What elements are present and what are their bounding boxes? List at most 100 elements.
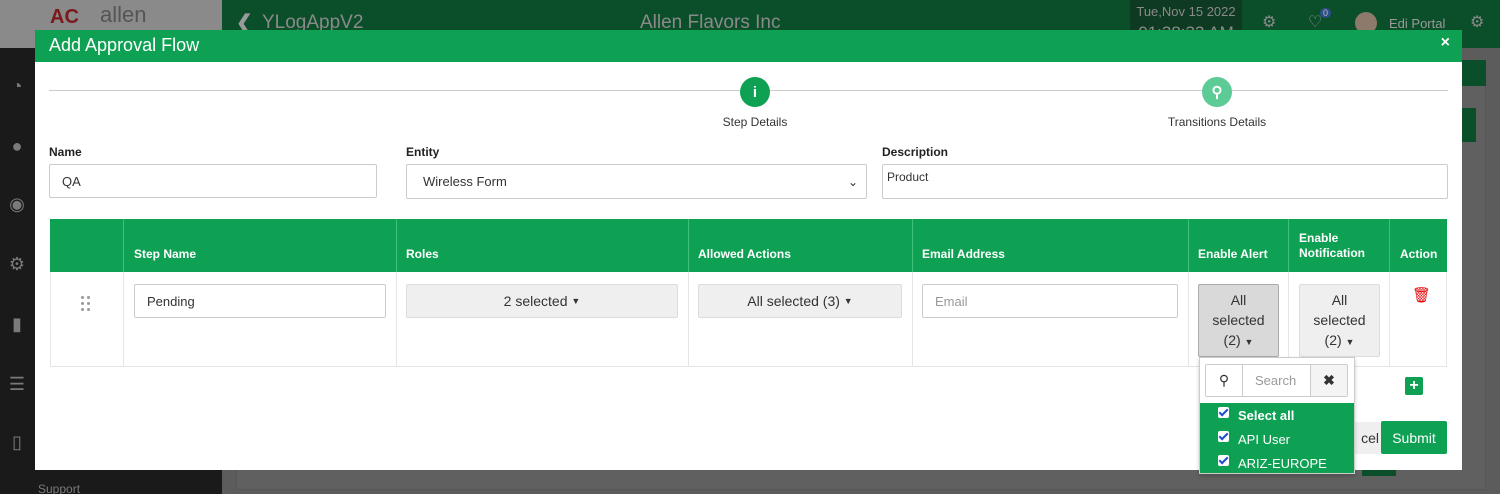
- row-divider: [912, 272, 913, 367]
- dashboard-icon[interactable]: ◔: [6, 76, 28, 98]
- option-select-all[interactable]: Select all: [1200, 403, 1354, 427]
- col-header-enable-alert: Enable Alert: [1198, 247, 1268, 261]
- dropdown-search: ⚲ Search ✖: [1205, 364, 1348, 397]
- steps-table-header: [50, 219, 1447, 272]
- step-name-value: Pending: [147, 293, 195, 309]
- caret-down-icon: ▼: [1345, 336, 1355, 347]
- description-value: Product: [887, 170, 929, 184]
- col-header-roles: Roles: [406, 247, 439, 261]
- notification-badge: 0: [1320, 8, 1332, 18]
- col-header-email: Email Address: [922, 247, 1005, 261]
- row-divider: [688, 272, 689, 367]
- col-header-action: Action: [1400, 247, 1438, 261]
- caret-down-icon: ▼: [1244, 336, 1254, 347]
- enable-alert-line2: selected: [1212, 311, 1265, 328]
- enable-notification-multiselect[interactable]: All selected (2) ▼: [1299, 284, 1380, 357]
- description-label: Description: [882, 145, 949, 159]
- drag-handle-icon[interactable]: [81, 296, 93, 312]
- entity-value: Wireless Form: [423, 174, 507, 189]
- header-divider: [1288, 219, 1289, 272]
- enable-alert-dropdown: ⚲ Search ✖ Select all API User ARIZ-EURO…: [1199, 357, 1355, 474]
- row-divider: [50, 272, 51, 367]
- name-label: Name: [49, 145, 82, 159]
- row-divider: [1288, 272, 1289, 367]
- checkbox-checked[interactable]: [1218, 454, 1229, 466]
- roles-value: 2 selected: [503, 293, 568, 309]
- email-field[interactable]: Email: [922, 284, 1178, 318]
- enable-notification-line1: All: [1331, 291, 1348, 308]
- allowed-actions-multiselect[interactable]: All selected (3) ▼: [698, 284, 902, 318]
- chevron-down-icon: ⌄: [847, 175, 858, 189]
- gear-icon[interactable]: ⚙: [1470, 12, 1484, 32]
- trash-icon[interactable]: 🗑: [1412, 286, 1431, 304]
- dropdown-options: Select all API User ARIZ-EUROPE: [1200, 403, 1354, 473]
- row-divider: [396, 272, 397, 367]
- enable-alert-line1: All: [1230, 291, 1247, 308]
- email-placeholder: Email: [935, 293, 968, 309]
- enable-alert-multiselect[interactable]: All selected (2) ▼: [1198, 284, 1279, 357]
- location-icon[interactable]: ◉: [6, 194, 28, 216]
- mobile-icon[interactable]: ▯: [6, 432, 28, 454]
- key-icon: ⚲: [1202, 77, 1232, 107]
- add-approval-flow-modal: Add Approval Flow × i Step Details ⚲ Tra…: [35, 30, 1462, 474]
- col-header-enable-notification: Enable Notification: [1299, 231, 1365, 260]
- checkbox-checked[interactable]: [1218, 406, 1229, 418]
- group-icon[interactable]: ●: [6, 136, 28, 158]
- header-divider: [688, 219, 689, 272]
- entity-label: Entity: [406, 145, 440, 159]
- list-icon[interactable]: ☰: [6, 374, 28, 396]
- date-text: Tue,Nov 15 2022: [1136, 4, 1236, 19]
- header-divider: [1188, 219, 1189, 272]
- search-icon: ⚲: [1206, 365, 1243, 396]
- step-details[interactable]: i Step Details: [675, 77, 835, 129]
- caret-down-icon: ▼: [571, 296, 581, 306]
- logo-mark: AC: [50, 6, 79, 28]
- checkbox-checked[interactable]: [1218, 430, 1229, 442]
- logo-word: allen: [100, 2, 147, 27]
- submit-button[interactable]: Submit: [1381, 421, 1447, 454]
- thermometer-icon[interactable]: ▮: [6, 314, 28, 336]
- name-field[interactable]: QA: [49, 164, 377, 198]
- close-icon[interactable]: ×: [1441, 34, 1450, 52]
- clear-icon[interactable]: ✖: [1310, 365, 1347, 396]
- roles-multiselect[interactable]: 2 selected ▼: [406, 284, 678, 318]
- bg-green-strip: [1362, 470, 1396, 476]
- user-name[interactable]: Edi Portal: [1389, 16, 1445, 31]
- cog-icon[interactable]: ⚙: [6, 254, 28, 276]
- bg-green-button: [1462, 108, 1476, 142]
- settings-icon[interactable]: ⚙: [1262, 12, 1276, 32]
- sidebar-item-support[interactable]: Support: [38, 482, 80, 494]
- row-divider: [123, 272, 124, 367]
- row-divider: [1188, 272, 1189, 367]
- row-divider: [1389, 272, 1390, 367]
- header-divider: [1389, 219, 1390, 272]
- option-label: Select all: [1238, 407, 1295, 423]
- enable-notification-line3: (2): [1324, 331, 1342, 348]
- row-divider: [1446, 272, 1447, 367]
- caret-down-icon: ▼: [843, 296, 853, 306]
- enable-notification-line2: selected: [1313, 311, 1366, 328]
- search-input[interactable]: Search: [1243, 365, 1310, 396]
- header-divider: [912, 219, 913, 272]
- option-label: ARIZ-EUROPE: [1238, 455, 1327, 471]
- header-divider: [396, 219, 397, 272]
- step-label: Transitions Details: [1167, 115, 1267, 129]
- description-field[interactable]: Product: [882, 164, 1448, 199]
- step-label: Step Details: [722, 115, 788, 129]
- col-header-allowed-actions: Allowed Actions: [698, 247, 791, 261]
- enable-alert-line3: (2): [1223, 331, 1241, 348]
- modal-title: Add Approval Flow: [49, 35, 200, 55]
- add-step-icon[interactable]: +: [1405, 377, 1423, 395]
- option-api-user[interactable]: API User: [1200, 427, 1354, 451]
- bg-menu-button: [1462, 60, 1486, 86]
- step-transitions[interactable]: ⚲ Transitions Details: [1137, 77, 1297, 129]
- option-label: API User: [1238, 431, 1291, 447]
- name-value: QA: [62, 173, 81, 189]
- option-ariz-europe[interactable]: ARIZ-EUROPE: [1200, 451, 1354, 475]
- col-header-step-name: Step Name: [134, 247, 197, 261]
- allowed-actions-value: All selected (3): [747, 293, 840, 309]
- info-icon: i: [740, 77, 770, 107]
- modal-header: Add Approval Flow ×: [35, 30, 1462, 62]
- step-name-field[interactable]: Pending: [134, 284, 386, 318]
- entity-select[interactable]: Wireless Form ⌄: [406, 164, 867, 199]
